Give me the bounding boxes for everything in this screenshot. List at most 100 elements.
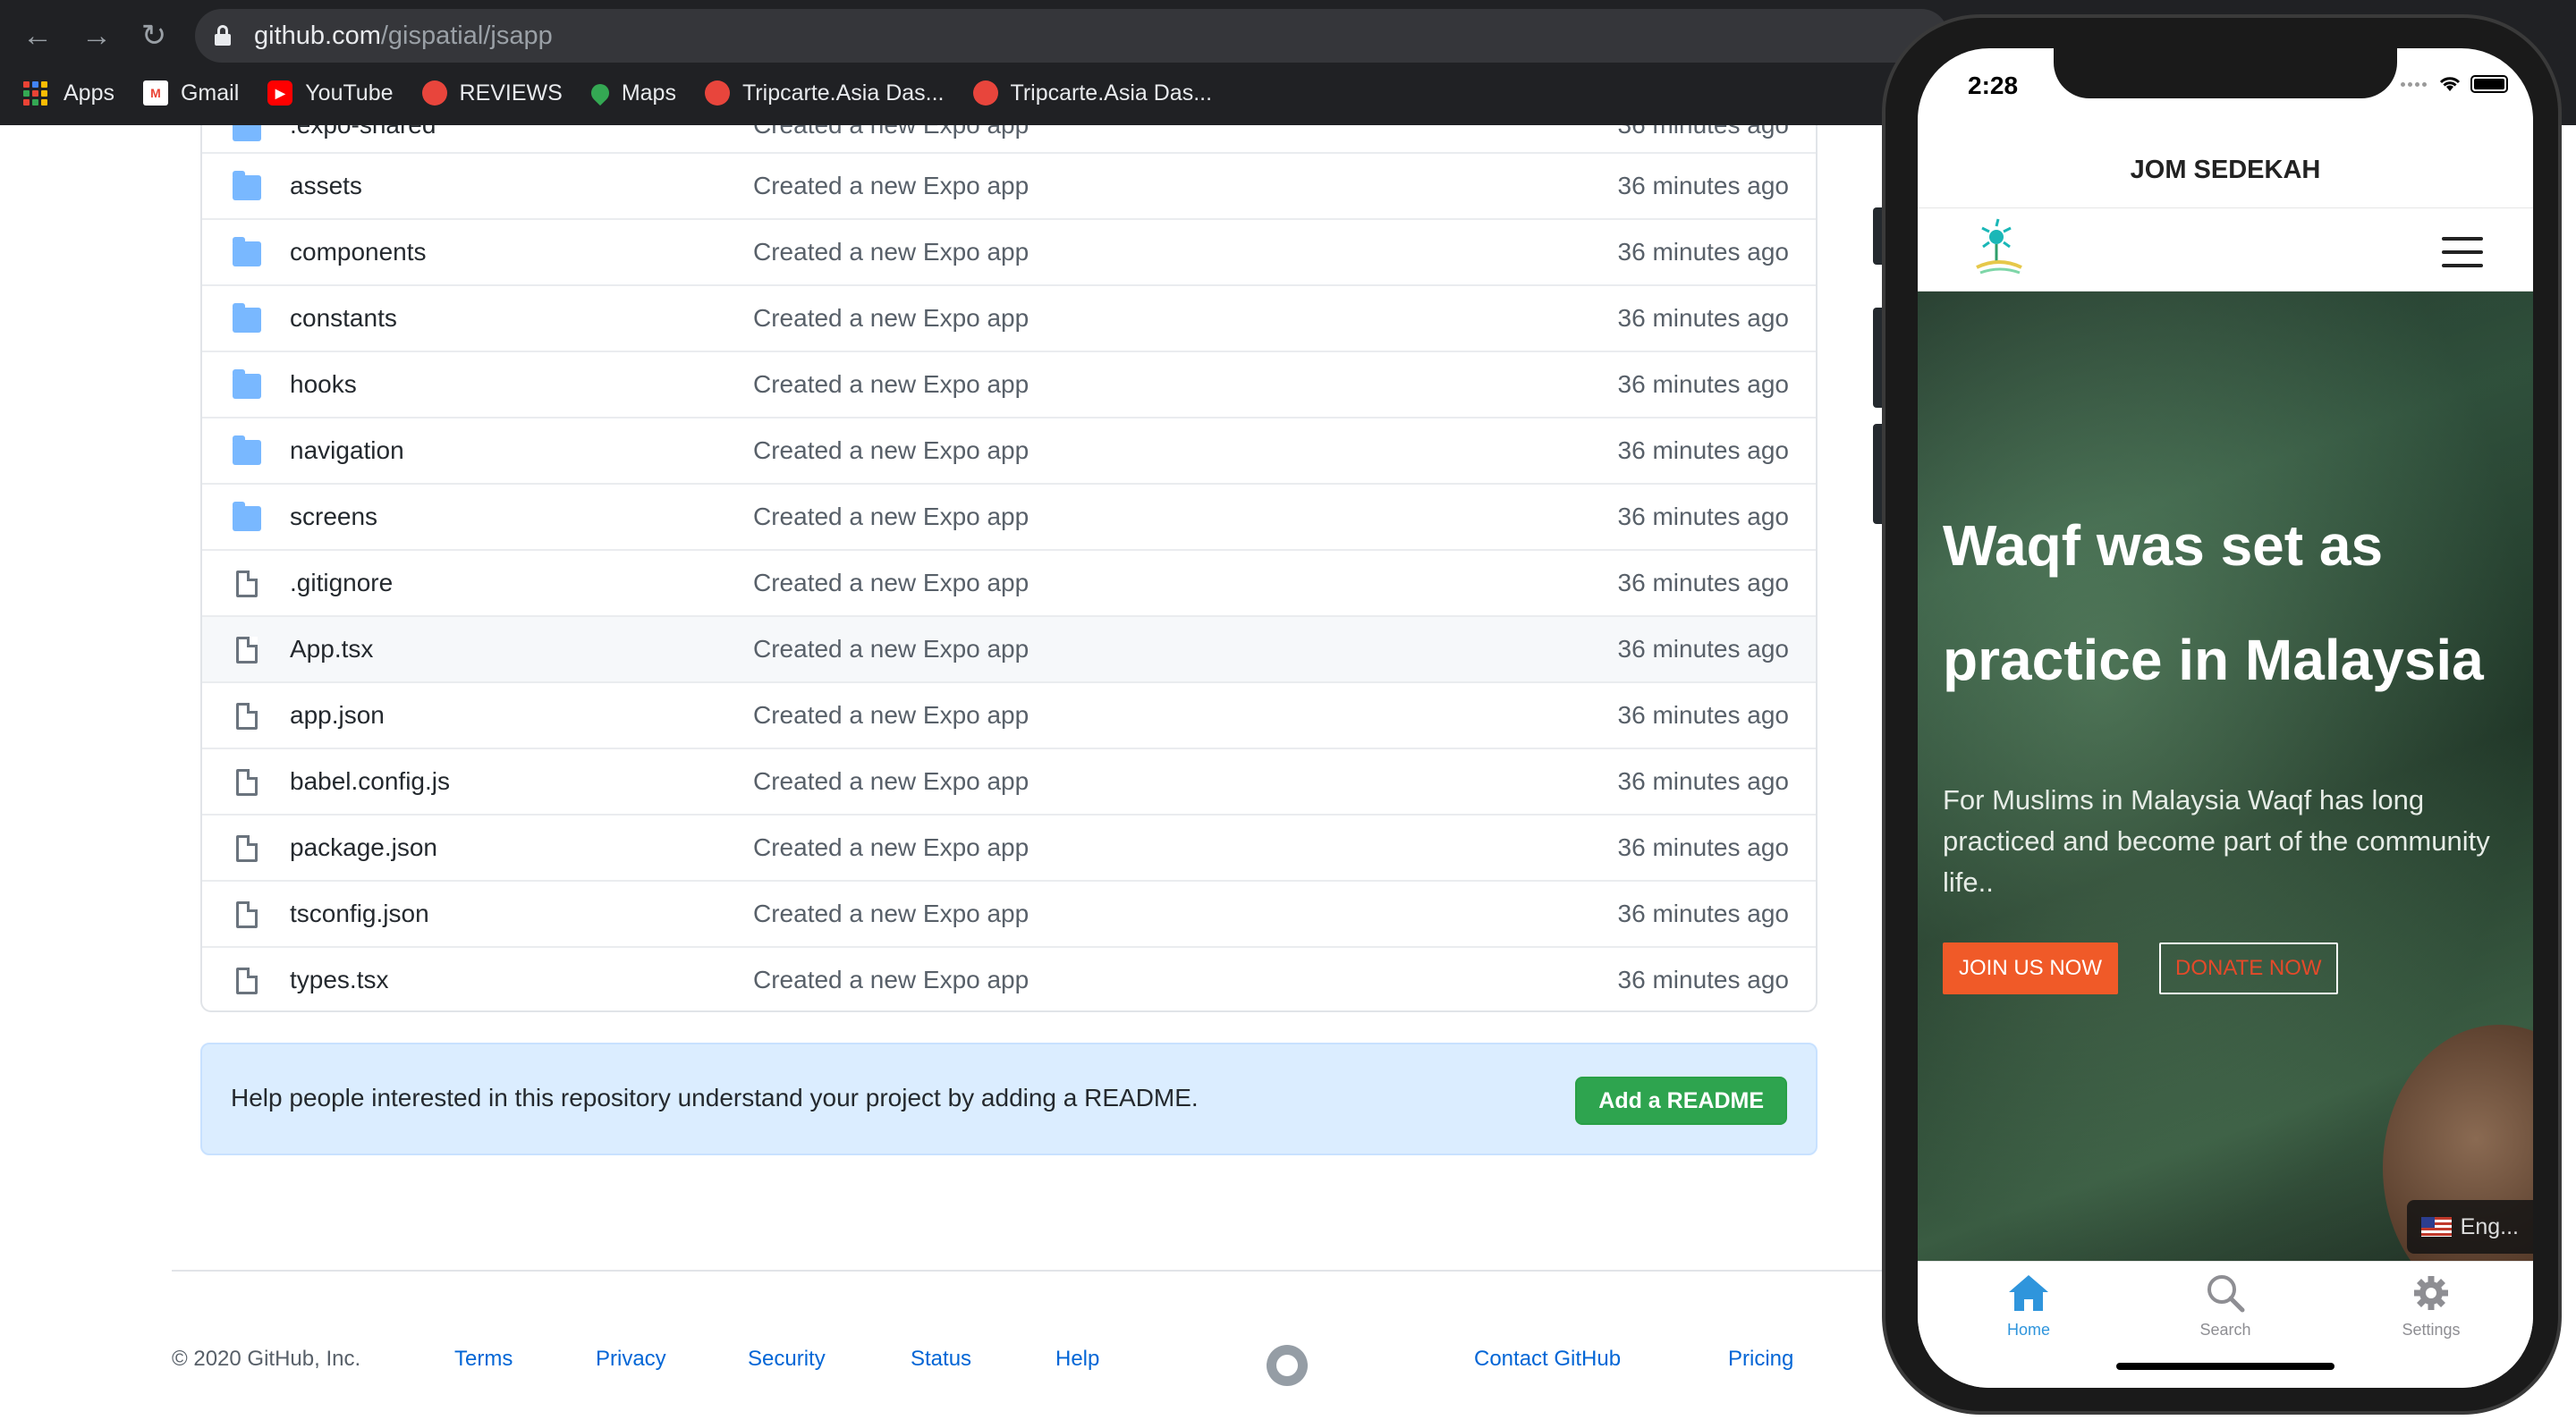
bookmarks-bar: Apps M Gmail ▶ YouTube REVIEWS Maps Tripcarte.A… [23, 75, 1241, 111]
tripcarte-icon [421, 80, 447, 106]
table-row[interactable]: babel.config.js Created a new Expo app 36 … [202, 748, 1816, 814]
folder-icon [233, 171, 261, 200]
file-name[interactable]: hooks [290, 370, 357, 399]
table-row[interactable]: components Created a new Expo app 36 minut… [202, 218, 1816, 284]
commit-age: 36 minutes ago [1617, 767, 1789, 795]
file-list: .expo-shared Created a new Expo app 36 m… [200, 125, 1818, 1012]
lock-icon [215, 25, 231, 46]
table-row[interactable]: navigation Created a new Expo app 36 minut… [202, 417, 1816, 483]
file-name[interactable]: package.json [290, 833, 437, 862]
commit-message[interactable]: Created a new Expo app [753, 635, 1029, 664]
bookmark-item[interactable]: Tripcarte.Asia Das... [972, 80, 1212, 106]
table-row[interactable]: screens Created a new Expo app 36 minutes … [202, 483, 1816, 549]
footer-link-security[interactable]: Security [748, 1347, 826, 1372]
back-arrow-icon[interactable]: ← [18, 16, 57, 55]
commit-message[interactable]: Created a new Expo app [753, 125, 1029, 139]
jom-sedekah-logo[interactable] [1968, 217, 2030, 280]
gear-icon [2414, 1276, 2448, 1310]
file-name[interactable]: screens [290, 503, 377, 531]
file-name[interactable]: .expo-shared [290, 125, 436, 139]
commit-message[interactable]: Created a new Expo app [753, 833, 1029, 862]
bookmark-item[interactable]: Tripcarte.Asia Das... [704, 80, 945, 106]
table-row[interactable]: assets Created a new Expo app 36 minutes a… [202, 152, 1816, 218]
commit-message[interactable]: Created a new Expo app [753, 767, 1029, 796]
file-icon [236, 968, 258, 994]
table-row[interactable]: App.tsx Created a new Expo app 36 minutes … [202, 615, 1816, 681]
bookmark-label: Tripcarte.Asia Das... [741, 80, 945, 106]
file-name[interactable]: babel.config.js [290, 767, 450, 796]
commit-message[interactable]: Created a new Expo app [753, 569, 1029, 597]
reload-icon[interactable]: ↻ [134, 16, 174, 55]
language-selector[interactable]: Eng... [2406, 1200, 2533, 1254]
file-name[interactable]: types.tsx [290, 966, 388, 994]
join-us-button[interactable]: JOIN US NOW [1943, 942, 2118, 994]
file-name[interactable]: tsconfig.json [290, 900, 429, 928]
table-row[interactable]: .gitignore Created a new Expo app 36 minut… [202, 549, 1816, 615]
forward-arrow-icon[interactable]: → [77, 16, 116, 55]
footer-link-privacy[interactable]: Privacy [596, 1347, 666, 1372]
table-row[interactable]: package.json Created a new Expo app 36 min… [202, 814, 1816, 880]
table-row[interactable]: hooks Created a new Expo app 36 minutes ag… [202, 351, 1816, 417]
bookmark-item[interactable]: M Gmail [142, 80, 239, 106]
file-icon [236, 703, 258, 730]
commit-message[interactable]: Created a new Expo app [753, 370, 1029, 399]
commit-age: 36 minutes ago [1617, 966, 1789, 993]
table-row[interactable]: constants Created a new Expo app 36 minute… [202, 284, 1816, 351]
file-name[interactable]: components [290, 238, 427, 266]
tab-home[interactable]: Home [1966, 1272, 2091, 1340]
url-text[interactable]: github.com/gispatial/jsapp [254, 21, 553, 51]
github-logo-icon[interactable] [1267, 1345, 1308, 1386]
commit-age: 36 minutes ago [1617, 370, 1789, 398]
phone-notch [2054, 48, 2397, 98]
donate-button[interactable]: DONATE NOW [2159, 942, 2338, 994]
file-name[interactable]: navigation [290, 436, 404, 465]
table-row[interactable]: types.tsx Created a new Expo app 36 minute… [202, 946, 1816, 1010]
add-readme-button[interactable]: Add a README [1575, 1077, 1787, 1125]
maps-icon [587, 80, 613, 106]
footer-link-contact[interactable]: Contact GitHub [1474, 1347, 1621, 1372]
folder-icon [233, 369, 261, 399]
commit-message[interactable]: Created a new Expo app [753, 900, 1029, 928]
tab-label: Settings [2402, 1321, 2461, 1339]
commit-message[interactable]: Created a new Expo app [753, 436, 1029, 465]
commit-message[interactable]: Created a new Expo app [753, 238, 1029, 266]
commit-message[interactable]: Created a new Expo app [753, 304, 1029, 333]
file-name[interactable]: App.tsx [290, 635, 373, 664]
table-row[interactable]: tsconfig.json Created a new Expo app 36 mi… [202, 880, 1816, 946]
file-name[interactable]: .gitignore [290, 569, 393, 597]
file-icon [236, 901, 258, 928]
file-name[interactable]: app.json [290, 701, 385, 730]
bookmark-label: YouTube [305, 80, 394, 106]
tab-search[interactable]: Search [2163, 1272, 2288, 1340]
file-name[interactable]: constants [290, 304, 397, 333]
tab-settings[interactable]: Settings [2368, 1272, 2494, 1340]
commit-message[interactable]: Created a new Expo app [753, 966, 1029, 994]
commit-message[interactable]: Created a new Expo app [753, 172, 1029, 200]
bookmark-item[interactable]: Apps [23, 80, 114, 106]
address-bar[interactable]: github.com/gispatial/jsapp [195, 9, 1948, 63]
commit-age: 36 minutes ago [1617, 635, 1789, 663]
apps-grid-icon [23, 80, 47, 106]
commit-age: 36 minutes ago [1617, 833, 1789, 861]
bookmark-item[interactable]: REVIEWS [421, 80, 563, 106]
tripcarte-icon [704, 80, 730, 106]
table-row[interactable]: .expo-shared Created a new Expo app 36 m… [202, 125, 1816, 152]
gmail-icon: M [142, 80, 168, 106]
commit-age: 36 minutes ago [1617, 304, 1789, 332]
footer-link-terms[interactable]: Terms [454, 1347, 513, 1372]
footer-link-status[interactable]: Status [911, 1347, 971, 1372]
file-name[interactable]: assets [290, 172, 362, 200]
hamburger-menu-icon[interactable] [2442, 237, 2483, 277]
table-row[interactable]: app.json Created a new Expo app 36 minutes… [202, 681, 1816, 748]
commit-age: 36 minutes ago [1617, 701, 1789, 729]
commit-message[interactable]: Created a new Expo app [753, 503, 1029, 531]
commit-age: 36 minutes ago [1617, 238, 1789, 266]
footer-link-pricing[interactable]: Pricing [1728, 1347, 1793, 1372]
footer-link-help[interactable]: Help [1055, 1347, 1099, 1372]
commit-message[interactable]: Created a new Expo app [753, 701, 1029, 730]
bookmark-item[interactable]: Maps [587, 80, 676, 106]
home-icon [2009, 1275, 2048, 1311]
bookmark-item[interactable]: ▶ YouTube [267, 80, 394, 106]
app-title: JOM SEDEKAH [2130, 156, 2321, 184]
hero-text: For Muslims in Malaysia Waqf has long pr… [1943, 784, 2490, 898]
